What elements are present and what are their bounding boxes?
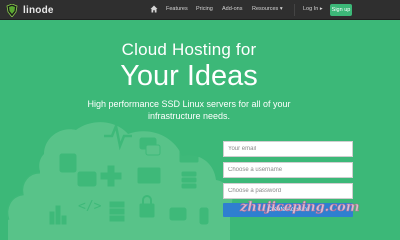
username-field[interactable] [223,162,353,178]
email-field[interactable] [223,141,353,157]
hero-title-line2: Your Ideas [120,60,258,92]
svg-text:zhujiceping.com: zhujiceping.com [239,200,360,215]
nav-link-resources[interactable]: Resources ▾ [252,6,283,12]
nav-link-login[interactable]: Log In ▸ [303,6,323,12]
cloud-illustration: </> [5,121,233,240]
nav-link-addons[interactable]: Add-ons [222,6,243,12]
home-icon[interactable] [150,5,158,13]
nav-link-pricing[interactable]: Pricing [196,6,213,12]
nav-link-features[interactable]: Features [166,6,188,12]
logo-text: linode [23,4,54,16]
hero-title-line1: Cloud Hosting for [121,40,257,59]
watermark: zhujiceping.com [239,200,360,216]
linode-logo-icon [6,3,18,17]
top-nav: linode Features Pricing Add-ons Resource… [0,0,400,20]
nav-divider [294,4,295,16]
logo[interactable]: linode [6,3,54,17]
signup-button[interactable]: Sign up [330,4,352,16]
svg-text:</>: </> [78,199,102,214]
